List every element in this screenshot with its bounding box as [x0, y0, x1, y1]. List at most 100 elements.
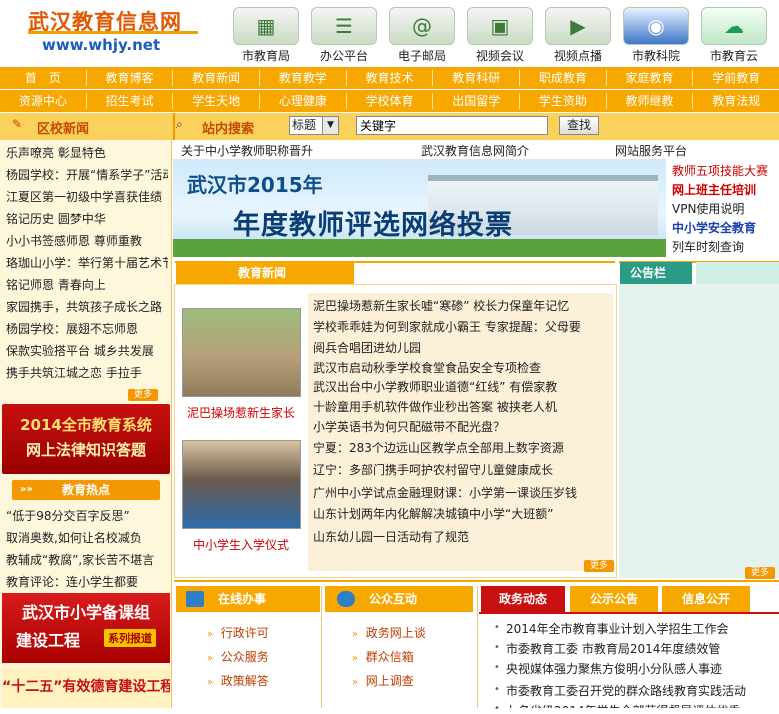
top-link-site-intro[interactable]: 武汉教育信息网简介	[421, 142, 529, 159]
hot-item[interactable]: “低于98分交百字反思”	[6, 507, 168, 524]
right-link[interactable]: VPN使用说明	[672, 200, 778, 217]
nav-item[interactable]: 招生考试	[87, 93, 174, 109]
news-item[interactable]: 武汉市启动秋季学校食堂食品安全专项检查	[313, 359, 603, 376]
news-item[interactable]: 学校乖乖娃为何到家就成小霸王 专家提醒：父母要	[313, 318, 603, 335]
news-item[interactable]: 辽宁：多部门携手呵护农村留守儿童健康成长	[313, 461, 603, 478]
news-item[interactable]: 泥巴操场惹新生家长嘘“寒碜” 校长力保童年记忆	[313, 297, 603, 314]
hot-item[interactable]: 取消奥数,如何让名校减负	[6, 529, 168, 546]
public-interaction-tab[interactable]: 公众互动	[325, 586, 473, 612]
double-arrow-icon: »	[352, 629, 359, 640]
news-item[interactable]: 山东幼儿园一日活动有了规范	[313, 528, 603, 545]
nav-item[interactable]: 教师继教	[607, 93, 694, 109]
gov-tab-news[interactable]: 政务动态	[481, 586, 565, 612]
nav-item[interactable]: 学校体育	[347, 93, 434, 109]
online-service-item[interactable]: » 行政许可	[207, 624, 269, 641]
lesson-group-banner[interactable]: 武汉市小学备课组 建设工程 系列报道	[2, 593, 170, 663]
online-service-tab[interactable]: 在线办事	[176, 586, 320, 612]
top-link-office-platform[interactable]: ☰ 办公平台	[309, 7, 379, 63]
nav-item[interactable]: 职成教育	[520, 70, 607, 86]
hot-item[interactable]: 教育评论：连小学生都要	[6, 573, 168, 590]
nav-item[interactable]: 教育新闻	[173, 70, 261, 86]
nav-item[interactable]: 心理健康	[260, 93, 347, 109]
top-link-video-conference[interactable]: ▣ 视频会议	[465, 7, 535, 63]
nav-item[interactable]: 教育法规	[693, 93, 779, 109]
district-news-item[interactable]: 杨园学校：开展“情系学子”活动	[6, 166, 168, 183]
gov-news-item[interactable]: 市委教育工委召开党的群众路线教育实践活动	[506, 682, 776, 699]
notice-more-button[interactable]: 更多	[745, 567, 775, 579]
search-field-select[interactable]: 标题 ▼	[289, 116, 339, 135]
right-link[interactable]: 教师五项技能大赛	[672, 162, 778, 179]
news-photo-playground[interactable]	[182, 308, 301, 397]
photo-caption[interactable]: 泥巴操场惹新生家长	[181, 404, 301, 421]
district-news-item[interactable]: 保款实验搭平台 城乡共发展	[6, 342, 168, 359]
bullet-icon: •	[494, 662, 500, 673]
district-news-item[interactable]: 铭记历史 圆梦中华	[6, 210, 168, 227]
district-news-item[interactable]: 小小书签感师恩 尊师重教	[6, 232, 168, 249]
search-input[interactable]	[356, 116, 548, 135]
top-link-email[interactable]: @ 电子邮局	[387, 7, 457, 63]
nav-item[interactable]: 出国留学	[433, 93, 521, 109]
hot-topics-title: 教育热点	[62, 483, 111, 497]
district-news-item[interactable]: 珞珈山小学：举行第十届艺术节	[6, 254, 168, 271]
district-news-item[interactable]: 携手共筑江城之恋 手拉手	[6, 364, 168, 381]
bullet-icon: •	[494, 642, 500, 653]
nav-item[interactable]: 教育技术	[347, 70, 434, 86]
top-link-service-platform[interactable]: 网站服务平台	[615, 142, 687, 159]
gov-tab-disclosure[interactable]: 信息公开	[662, 586, 750, 612]
district-news-item[interactable]: 家园携手，共筑孩子成长之路	[6, 298, 168, 315]
right-link[interactable]: 中小学安全教育	[672, 219, 778, 236]
nav-item[interactable]: 首 页	[0, 70, 87, 86]
interaction-item[interactable]: » 政务网上谈	[352, 624, 426, 641]
news-item[interactable]: 十龄童用手机软件做作业秒出答案 被挟老人机	[313, 398, 603, 415]
district-news-item[interactable]: 乐声嘹亮 彰显特色	[6, 144, 168, 161]
right-link[interactable]: 网上班主任培训	[672, 181, 778, 198]
site-logo-url[interactable]: www.whjy.net	[42, 36, 160, 54]
district-news-item[interactable]: 江夏区第一初级中学喜获佳绩	[6, 188, 168, 205]
news-photo-ceremony[interactable]	[182, 440, 301, 529]
gov-news-item[interactable]: 2014年全市教育事业计划入学招生工作会	[506, 620, 776, 637]
top-link-video-on-demand[interactable]: ▶ 视频点播	[543, 7, 613, 63]
nav-item[interactable]: 学前教育	[693, 70, 779, 86]
district-news-item[interactable]: 铭记师恩 青春向上	[6, 276, 168, 293]
nav-item[interactable]: 学生天地	[173, 93, 261, 109]
news-item[interactable]: 武汉出台中小学教师职业道德“红线” 有偿家教	[313, 378, 603, 395]
nav-item[interactable]: 教育教学	[260, 70, 347, 86]
district-news-more-button[interactable]: 更多	[128, 389, 158, 401]
moral-education-banner[interactable]: “十二五”有效德育建设工程	[2, 667, 170, 708]
news-item[interactable]: 广州中小学试点金融理财课：小学第一课谈压岁钱	[313, 484, 603, 501]
gov-news-item[interactable]: 市委教育工委 市教育局2014年度绩效管	[506, 640, 776, 657]
interaction-item[interactable]: » 群众信箱	[352, 648, 414, 665]
top-link-label: 市教育局	[241, 49, 290, 63]
nav-item[interactable]: 家庭教育	[607, 70, 694, 86]
interaction-item[interactable]: » 网上调查	[352, 672, 414, 689]
edu-news-more-button[interactable]: 更多	[584, 560, 614, 572]
search-button[interactable]: 查找	[559, 116, 599, 135]
district-news-item[interactable]: 杨园学校：展翅不忘师恩	[6, 320, 168, 337]
gov-news-item[interactable]: 央视媒体强力聚焦方俊明小分队感人事迹	[506, 660, 776, 677]
nav-item[interactable]: 资源中心	[0, 93, 87, 109]
top-link-education-institute[interactable]: ◉ 市教科院	[621, 7, 691, 63]
gov-tab-announcements[interactable]: 公示公告	[570, 586, 658, 612]
edu-news-title: 教育新闻	[176, 262, 354, 284]
double-arrow-icon: »	[207, 629, 214, 640]
news-item[interactable]: 小学英语书为何只配磁带不配光盘？	[313, 418, 603, 435]
nav-item[interactable]: 教育科研	[433, 70, 521, 86]
news-item[interactable]: 山东计划两年内化解解决城镇中小学“大班额”	[313, 505, 603, 522]
teacher-vote-banner[interactable]: 武汉市2015年 年度教师评选网络投票	[173, 159, 666, 257]
nav-item[interactable]: 教育博客	[87, 70, 174, 86]
site-search-title: 站内搜索	[202, 122, 255, 137]
top-link-education-bureau[interactable]: ▦ 市教育局	[231, 7, 301, 63]
law-quiz-banner[interactable]: 2014全市教育系统 网上法律知识答题	[2, 404, 170, 474]
online-service-item[interactable]: » 公众服务	[207, 648, 269, 665]
gov-news-item[interactable]: 九名省级2014年学生全部获得督导评估优秀	[506, 702, 776, 708]
top-link-education-cloud[interactable]: ☁ 市教育云	[699, 7, 769, 63]
right-link[interactable]: 列车时刻查询	[672, 238, 778, 255]
notice-title-fill	[696, 262, 779, 284]
hot-item[interactable]: 教辅成“教腐”,家长苦不堪言	[6, 551, 168, 568]
news-item[interactable]: 宁夏：283个边远山区教学点全部用上数字资源	[313, 439, 603, 456]
photo-caption[interactable]: 中小学生入学仪式	[181, 536, 301, 553]
nav-item[interactable]: 学生资助	[520, 93, 607, 109]
top-link-teacher-title[interactable]: 关于中小学教师职称晋升	[181, 142, 313, 159]
news-item[interactable]: 阅兵合唱团进幼儿园	[313, 339, 603, 356]
online-service-item[interactable]: » 政策解答	[207, 672, 269, 689]
